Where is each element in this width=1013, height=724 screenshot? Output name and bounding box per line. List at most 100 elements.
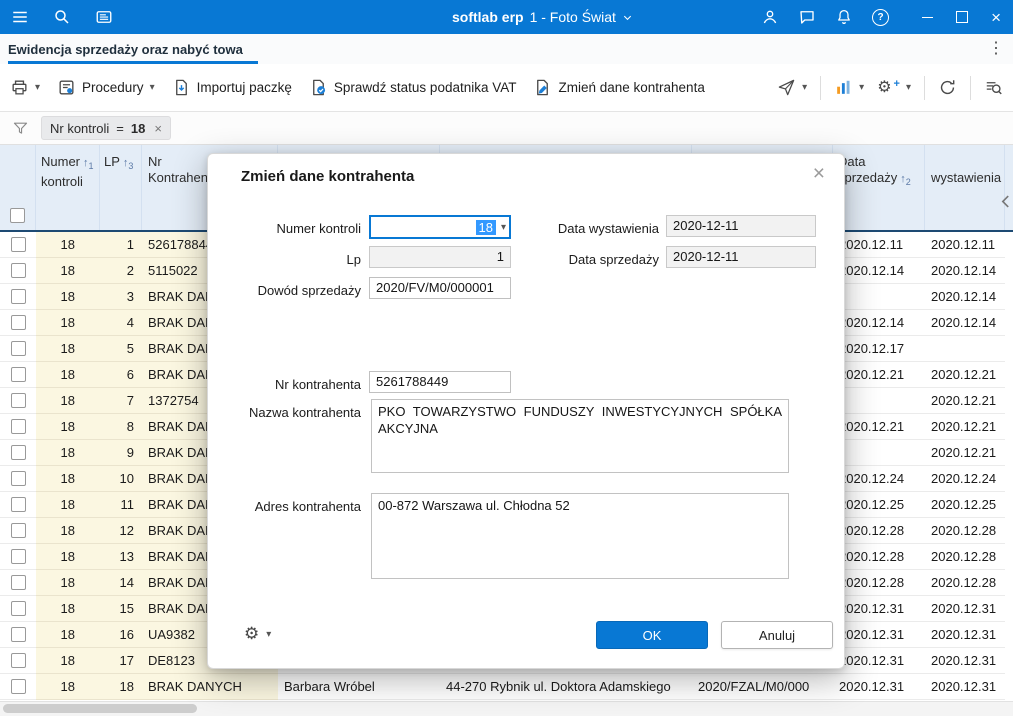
chip-remove-icon[interactable]: × [154,121,162,136]
cell-data-wystawienia: 2020.12.28 [925,570,1005,596]
chevron-down-icon[interactable]: ▾ [859,82,864,93]
combobox-chevron-down-icon[interactable]: ▾ [501,222,506,233]
ok-button[interactable]: OK [596,621,708,649]
row-checkbox-cell [0,492,36,518]
cell-data-sprzedazy: 2020.12.11 [833,232,925,258]
sort-asc-icon: ↑2 [900,173,911,188]
adres-kontrahenta-label: Adres kontrahenta [254,499,361,514]
minimize-button[interactable] [922,16,934,18]
row-checkbox[interactable] [10,471,26,486]
anuluj-button[interactable]: Anuluj [721,621,833,649]
row-checkbox[interactable] [10,601,26,616]
help-icon[interactable]: ? [872,8,890,26]
filter-chip[interactable]: Nr kontroli = 18 × [41,116,171,140]
tab-overflow-menu-icon[interactable]: ⋮ [987,38,1005,58]
data-sprzedazy-field[interactable]: 2020-12-11 [666,246,816,268]
table-row[interactable]: 18 18 BRAK DANYCH Barbara Wróbel 44-270 … [0,674,1013,700]
cell-lp: 10 [100,466,142,492]
data-wystawienia-label: Data wystawienia [557,221,659,236]
row-checkbox[interactable] [10,393,26,408]
row-checkbox[interactable] [10,315,26,330]
cell-numer-kontroli: 18 [36,388,100,414]
cell-data-wystawienia: 2020.12.25 [925,492,1005,518]
search-icon[interactable] [53,8,71,26]
row-checkbox[interactable] [10,237,26,252]
lp-label: Lp [346,252,361,267]
row-checkbox[interactable] [10,575,26,590]
cell-data-wystawienia: 2020.12.14 [925,310,1005,336]
horizontal-scrollbar-thumb[interactable] [3,704,197,713]
cell-data-sprzedazy: 2020.12.31 [833,674,925,700]
adres-kontrahenta-textarea[interactable]: 00-872 Warszawa ul. Chłodna 52 [371,493,789,579]
news-icon[interactable] [95,8,113,26]
columns-scroll-left-icon[interactable] [1001,195,1010,208]
column-header-numer-kontroli[interactable]: Numer ↑1 kontroli [36,145,100,230]
row-checkbox[interactable] [10,679,26,694]
row-checkbox[interactable] [10,653,26,668]
chevron-down-icon[interactable]: ▾ [35,82,40,93]
chevron-down-icon[interactable]: ▾ [150,82,155,93]
column-header-data-sprzedazy[interactable]: Data sprzedaży ↑2 [833,145,925,230]
row-checkbox[interactable] [10,627,26,642]
row-checkbox[interactable] [10,523,26,538]
tab-ewidencja-sprzedazy[interactable]: Ewidencja sprzedaży oraz nabyć towa [8,34,264,64]
filter-funnel-icon[interactable] [12,120,29,137]
column-header-data-wystawienia[interactable]: wystawienia [925,145,1005,230]
chevron-down-icon[interactable]: ▾ [906,82,911,93]
row-checkbox-cell [0,674,36,700]
settings-button[interactable]: ⚙ + ▾ [877,78,911,97]
menu-icon[interactable] [11,8,29,26]
dialog-title: Zmień dane kontrahenta [241,168,415,185]
column-header-lp[interactable]: LP ↑3 [100,145,142,230]
row-checkbox-cell [0,440,36,466]
bell-icon[interactable] [835,8,853,26]
row-checkbox[interactable] [10,289,26,304]
close-button[interactable]: × [991,9,1001,26]
header-select-all-cell [0,145,36,230]
chart-button[interactable]: ▾ [834,78,864,97]
refresh-button[interactable] [938,78,957,97]
row-checkbox-cell [0,258,36,284]
cell-data-sprzedazy: 2020.12.31 [833,648,925,674]
cell-data-wystawienia: 2020.12.21 [925,414,1005,440]
cell-data-sprzedazy: 2020.12.28 [833,544,925,570]
row-checkbox[interactable] [10,419,26,434]
cell-numer-kontroli: 18 [36,232,100,258]
procedury-button[interactable]: Procedury ▾ [57,78,155,97]
row-checkbox[interactable] [10,497,26,512]
user-icon[interactable] [761,8,779,26]
dowod-sprzedazy-input[interactable]: 2020/FV/M0/000001 [369,277,511,299]
cell-data-wystawienia [925,336,1005,362]
numer-kontroli-combobox[interactable]: 18 ▾ [369,215,511,239]
maximize-button[interactable] [956,11,969,23]
row-checkbox[interactable] [10,445,26,460]
horizontal-scrollbar[interactable] [0,701,1013,716]
lp-field[interactable]: 1 [369,246,511,268]
row-checkbox-cell [0,596,36,622]
chevron-down-icon[interactable]: ▾ [266,629,271,640]
row-checkbox[interactable] [10,341,26,356]
send-button[interactable]: ▾ [777,78,807,97]
nazwa-kontrahenta-textarea[interactable]: PKO TOWARZYSTWO FUNDUSZY INWESTYCYJNYCH … [371,399,789,473]
chip-operator: = [116,120,124,136]
tab-label: Ewidencja sprzedaży oraz nabyć towa [8,41,243,57]
row-filler [1005,362,1013,388]
row-checkbox-cell [0,466,36,492]
sprawdz-status-vat-button[interactable]: Sprawdź status podatnika VAT [309,78,516,97]
row-checkbox[interactable] [10,263,26,278]
data-wystawienia-field[interactable]: 2020-12-11 [666,215,816,237]
chevron-down-icon[interactable]: ▾ [802,82,807,93]
search-in-list-button[interactable] [984,78,1003,97]
title-chevron-down-icon[interactable] [622,12,633,23]
zmien-dane-kontrahenta-button[interactable]: Zmień dane kontrahenta [533,78,705,97]
select-all-checkbox[interactable] [10,208,25,223]
print-button[interactable]: ▾ [10,78,40,97]
nr-kontrahenta-input[interactable]: 5261788449 [369,371,511,393]
chat-icon[interactable] [798,8,816,26]
importuj-paczke-button[interactable]: Importuj paczkę [172,78,292,97]
row-checkbox[interactable] [10,367,26,382]
row-checkbox[interactable] [10,549,26,564]
dialog-close-icon[interactable]: × [813,162,825,186]
toolbar-separator [820,75,822,100]
dialog-settings-button[interactable]: ⚙ ▾ [244,624,271,644]
